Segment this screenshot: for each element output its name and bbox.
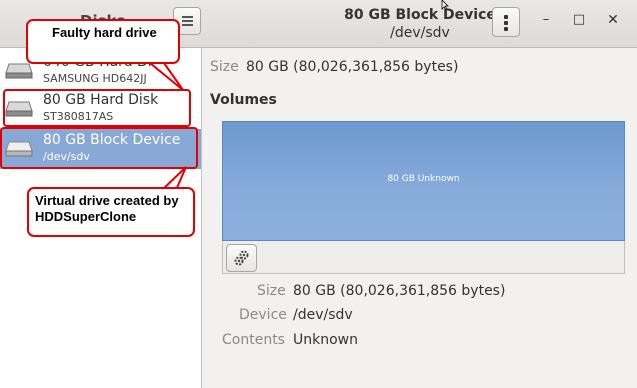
- callout-text-line2: HDDSuperClone: [35, 209, 137, 224]
- faulty-drive-callout: Faulty hard drive: [26, 19, 180, 64]
- callout-text-line1: Virtual drive created by: [35, 193, 179, 208]
- callout-text: Faulty hard drive: [52, 25, 157, 40]
- virtual-drive-callout: Virtual drive created by HDDSuperClone: [27, 187, 195, 237]
